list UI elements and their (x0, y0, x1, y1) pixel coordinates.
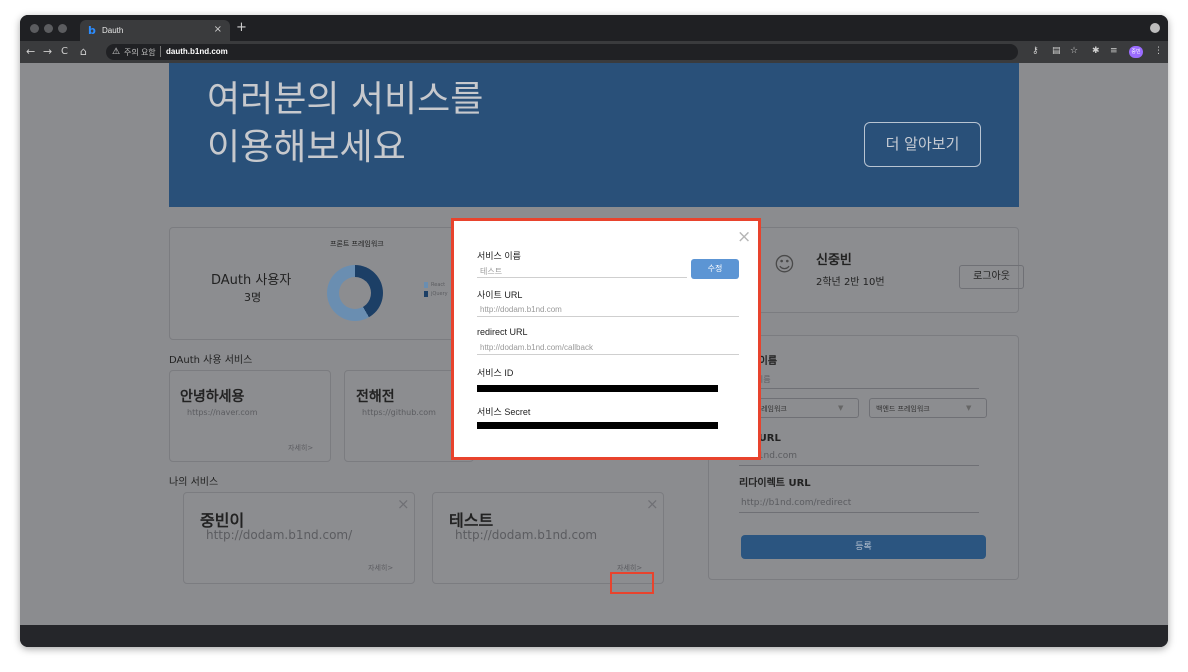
my-service-card-1[interactable]: 중빈이 http://dodam.b1nd.com/ 자세히> × (183, 492, 415, 584)
warning-triangle-icon: ⚠ (112, 46, 121, 56)
hero-banner: 여러분의 서비스를 이용해보세요 더 알아보기 (169, 63, 1019, 207)
users-count: 3명 (244, 291, 262, 304)
legend-jquery-swatch (424, 291, 428, 297)
backend-select-value: 백엔드 프레임워크 (876, 405, 930, 413)
browser-toolbar: ← → C ⌂ ⚠ 주의 요함 dauth.b1nd.com ⚷ ▤ ☆ ✱ ≡… (20, 41, 1168, 63)
site-url-input[interactable]: http://dodam.b1nd.com (480, 305, 562, 314)
delete-service-icon[interactable]: × (397, 495, 410, 513)
service-secret-label: 서비스 Secret (477, 407, 531, 417)
close-icon[interactable]: × (737, 227, 751, 247)
service-card-1[interactable]: 안녕하세용 https://naver.com 자세히> (169, 370, 331, 462)
legend-react: React (431, 282, 446, 288)
address-separator (160, 46, 161, 57)
service-url: http://dodam.b1nd.com/ (206, 528, 353, 542)
service-detail-link[interactable]: 자세히> (368, 563, 393, 573)
service-name-underline (477, 277, 687, 278)
redirect-url-input[interactable]: http://dodam.b1nd.com/callback (480, 343, 593, 352)
close-window-dot[interactable] (30, 24, 39, 33)
tab-title: Dauth (102, 26, 124, 35)
service-name: 전해전 (356, 389, 395, 405)
back-arrow-icon[interactable]: ← (26, 45, 35, 58)
legend-jquery: jQuery (431, 291, 448, 297)
detail-link-highlight (610, 572, 654, 594)
star-icon[interactable]: ☆ (1070, 46, 1078, 56)
site-url-underline (477, 316, 739, 317)
reading-list-icon[interactable]: ≡ (1110, 46, 1118, 56)
legend-react-swatch (424, 282, 428, 288)
home-icon[interactable]: ⌂ (80, 45, 87, 58)
tab-bar: b Dauth × + (20, 15, 1168, 41)
dauth-favicon-icon: b (88, 24, 96, 37)
register-redirect-label: 리다이렉트 URL (739, 478, 811, 489)
service-detail-link[interactable]: 자세히> (288, 443, 313, 453)
service-detail-modal: × 서비스 이름 테스트 수정 사이트 URL http://dodam.b1n… (451, 218, 761, 460)
backend-framework-select[interactable]: 백엔드 프레임워크 ▼ (869, 398, 987, 418)
service-url: http://dodam.b1nd.com (455, 528, 598, 542)
address-bar[interactable]: ⚠ 주의 요함 dauth.b1nd.com (106, 44, 1018, 60)
menu-icon[interactable]: ⋮ (1154, 46, 1163, 56)
service-name: 안녕하세용 (180, 389, 245, 405)
forward-arrow-icon[interactable]: → (43, 45, 52, 58)
avatar-image: ☺ (774, 252, 795, 276)
security-warning-text: 주의 요함 (124, 48, 156, 57)
register-submit-button[interactable]: 등록 (741, 535, 986, 559)
site-url-label: 사이트 URL (477, 290, 523, 300)
hero-title-line1: 여러분의 서비스를 (207, 79, 484, 120)
window-control-icon[interactable] (1150, 23, 1160, 33)
service-url: https://github.com (362, 408, 436, 417)
profile-card: ☺ 신중빈 2학년 2반 10번 로그아웃 (729, 227, 1024, 313)
zoom-window-dot[interactable] (58, 24, 67, 33)
name-input-underline (739, 388, 979, 389)
url-text[interactable]: dauth.b1nd.com (166, 47, 228, 56)
profile-grade: 2학년 2반 10번 (816, 277, 885, 288)
hero-title-line2: 이용해보세요 (207, 127, 406, 168)
chevron-down-icon: ▼ (966, 404, 972, 412)
redirect-url-underline (477, 354, 739, 355)
profile-avatar[interactable]: 중빈 (1129, 46, 1143, 58)
translate-icon[interactable]: ▤ (1052, 46, 1061, 56)
service-name-input[interactable]: 테스트 (480, 266, 502, 277)
tab-close-icon[interactable]: × (214, 24, 222, 35)
key-icon[interactable]: ⚷ (1032, 46, 1039, 56)
redirect-underline (739, 512, 979, 513)
register-redirect-input[interactable]: http://b1nd.com/redirect (741, 498, 851, 508)
new-tab-icon[interactable]: + (236, 20, 247, 35)
profile-name: 신중빈 (816, 253, 852, 268)
tab-dauth[interactable]: b Dauth × (80, 20, 230, 41)
users-label: DAuth 사용자 (211, 273, 292, 288)
my-service-card-2[interactable]: 테스트 http://dodam.b1nd.com 자세히> × (432, 492, 664, 584)
extensions-icon[interactable]: ✱ (1092, 46, 1100, 56)
framework-donut-chart (327, 265, 383, 321)
logout-button[interactable]: 로그아웃 (959, 265, 1024, 289)
chart-title: 프론트 프레임워크 (330, 240, 384, 248)
my-services-title: 나의 서비스 (169, 477, 219, 488)
service-url: https://naver.com (187, 408, 258, 417)
minimize-window-dot[interactable] (44, 24, 53, 33)
service-name-label: 서비스 이름 (477, 251, 521, 261)
service-secret-redacted (477, 422, 718, 429)
chevron-down-icon: ▼ (838, 404, 844, 412)
bottom-bar (20, 625, 1168, 647)
site-url-underline (739, 465, 979, 466)
service-id-redacted (477, 385, 718, 392)
edit-button[interactable]: 수정 (691, 259, 739, 279)
reload-icon[interactable]: C (61, 45, 68, 58)
service-id-label: 서비스 ID (477, 368, 514, 378)
learn-more-button[interactable]: 더 알아보기 (864, 122, 981, 167)
delete-service-icon[interactable]: × (646, 495, 659, 513)
using-services-title: DAuth 사용 서비스 (169, 355, 253, 366)
redirect-url-label: redirect URL (477, 327, 528, 337)
